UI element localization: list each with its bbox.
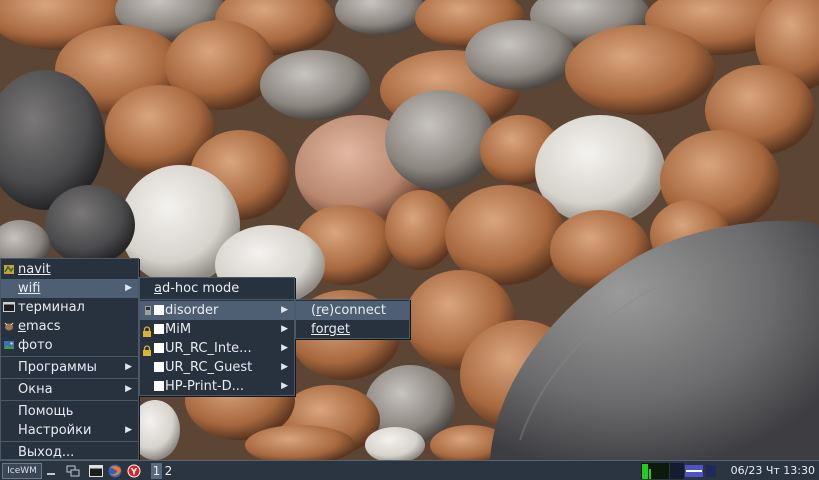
network-label: MiM — [165, 322, 192, 337]
mailbox-icon[interactable] — [685, 463, 703, 479]
workspace-label: 1 — [152, 464, 161, 478]
emacs-gnu-icon — [3, 320, 15, 332]
signal-box-icon — [154, 381, 164, 391]
wifi-network-ur-rc-guest[interactable]: UR_RC_Guest ▶ — [140, 358, 294, 377]
menu-item-label: Настройки — [18, 423, 92, 438]
submenu-arrow-icon: ▶ — [125, 283, 132, 293]
cpu-monitor-graph — [641, 463, 669, 479]
taskbar: IceWM Y 1 2 06/23 Чт 13:30 — [0, 460, 819, 480]
svg-text:Y: Y — [130, 468, 138, 478]
submenu-arrow-icon: ▶ — [281, 362, 288, 372]
terminal-icon[interactable] — [88, 463, 104, 479]
menu-item-label: ad-hoc mode — [154, 281, 240, 296]
wifi-network-hp-print[interactable]: HP-Print-D... ▶ — [140, 377, 294, 396]
wifi-network-ur-rc-inte[interactable]: UR_RC_Inte... ▶ — [140, 339, 294, 358]
menu-item-settings[interactable]: Настройки ▶ — [1, 421, 138, 440]
reconnect-label-rest: e)connect — [321, 303, 387, 318]
submenu-arrow-icon: ▶ — [281, 324, 288, 334]
submenu-arrow-icon: ▶ — [125, 425, 132, 435]
menu-item-programs[interactable]: Программы ▶ — [1, 358, 138, 377]
menu-separator — [1, 356, 138, 357]
submenu-arrow-icon: ▶ — [281, 343, 288, 353]
menu-item-label: Выход... — [18, 445, 75, 460]
menu-separator — [1, 378, 138, 379]
network-label: UR_RC_Inte... — [165, 341, 252, 356]
yandex-browser-icon[interactable]: Y — [126, 463, 142, 479]
map-icon — [3, 263, 15, 275]
menu-item-label: (re)connect — [311, 303, 387, 318]
signal-box-icon — [154, 362, 164, 372]
emacs-label-rest: macs — [26, 319, 61, 334]
menu-item-photo[interactable]: фото — [1, 336, 138, 355]
menu-item-label: Помощь — [18, 404, 74, 419]
battery-icon — [705, 463, 717, 479]
menu-item-adhoc-mode[interactable]: ad-hoc mode — [140, 279, 294, 298]
wifi-submenu: ad-hoc mode disorder ▶ MiM ▶ UR_RC_Inte.… — [139, 277, 295, 396]
menu-item-label: Окна — [18, 382, 53, 397]
photo-icon — [3, 339, 15, 351]
submenu-arrow-icon: ▶ — [281, 381, 288, 391]
adhoc-label-rest: d-hoc mode — [161, 281, 240, 296]
menu-item-label: фото — [18, 338, 53, 353]
network-label: HP-Print-D... — [165, 379, 245, 394]
wifi-network-mim[interactable]: MiM ▶ — [140, 320, 294, 339]
start-button[interactable]: IceWM — [2, 463, 42, 479]
menu-item-reconnect[interactable]: (re)connect — [296, 301, 409, 320]
wifi-network-disorder[interactable]: disorder ▶ — [140, 301, 294, 320]
terminal-icon — [3, 301, 15, 313]
workspace-1-button[interactable]: 1 — [151, 463, 162, 479]
signal-box-icon — [154, 343, 164, 353]
lock-icon — [142, 324, 152, 337]
network-connected-icon — [142, 304, 154, 316]
firefox-icon[interactable] — [107, 463, 123, 479]
menu-item-navit[interactable]: navit — [1, 260, 138, 279]
submenu-arrow-icon: ▶ — [125, 384, 132, 394]
network-action-submenu: (re)connect forget — [295, 299, 410, 339]
menu-item-label: navit — [18, 262, 51, 277]
signal-box-icon — [154, 305, 164, 315]
start-button-label: IceWM — [7, 466, 37, 476]
submenu-arrow-icon: ▶ — [281, 305, 288, 315]
menu-item-label: терминал — [18, 300, 85, 315]
menu-item-help[interactable]: Помощь — [1, 402, 138, 421]
menu-item-label: emacs — [18, 319, 61, 334]
clock[interactable]: 06/23 Чт 13:30 — [731, 463, 815, 479]
menu-item-terminal[interactable]: терминал — [1, 298, 138, 317]
network-monitor-graph — [670, 463, 684, 479]
submenu-arrow-icon: ▶ — [125, 362, 132, 372]
window-list-icon[interactable] — [44, 463, 58, 479]
workspace-label: 2 — [164, 464, 173, 478]
show-desktop-icon[interactable] — [64, 463, 82, 479]
menu-separator — [1, 441, 138, 442]
workspace-2-button[interactable]: 2 — [163, 463, 174, 479]
network-label: UR_RC_Guest — [165, 360, 253, 375]
menu-separator — [1, 400, 138, 401]
menu-item-wifi[interactable]: wifi ▶ — [1, 279, 138, 298]
menu-item-emacs[interactable]: emacs — [1, 317, 138, 336]
menu-item-forget[interactable]: forget — [296, 320, 409, 339]
menu-item-windows[interactable]: Окна ▶ — [1, 380, 138, 399]
network-label: disorder — [165, 303, 219, 318]
menu-item-label: wifi — [18, 281, 41, 296]
menu-item-label: forget — [311, 322, 350, 337]
lock-icon — [142, 343, 152, 356]
menu-separator — [140, 299, 294, 300]
start-menu: navit wifi ▶ терминал emacs фото Програм… — [0, 258, 139, 460]
menu-item-label: Программы — [18, 360, 97, 375]
signal-box-icon — [154, 324, 164, 334]
